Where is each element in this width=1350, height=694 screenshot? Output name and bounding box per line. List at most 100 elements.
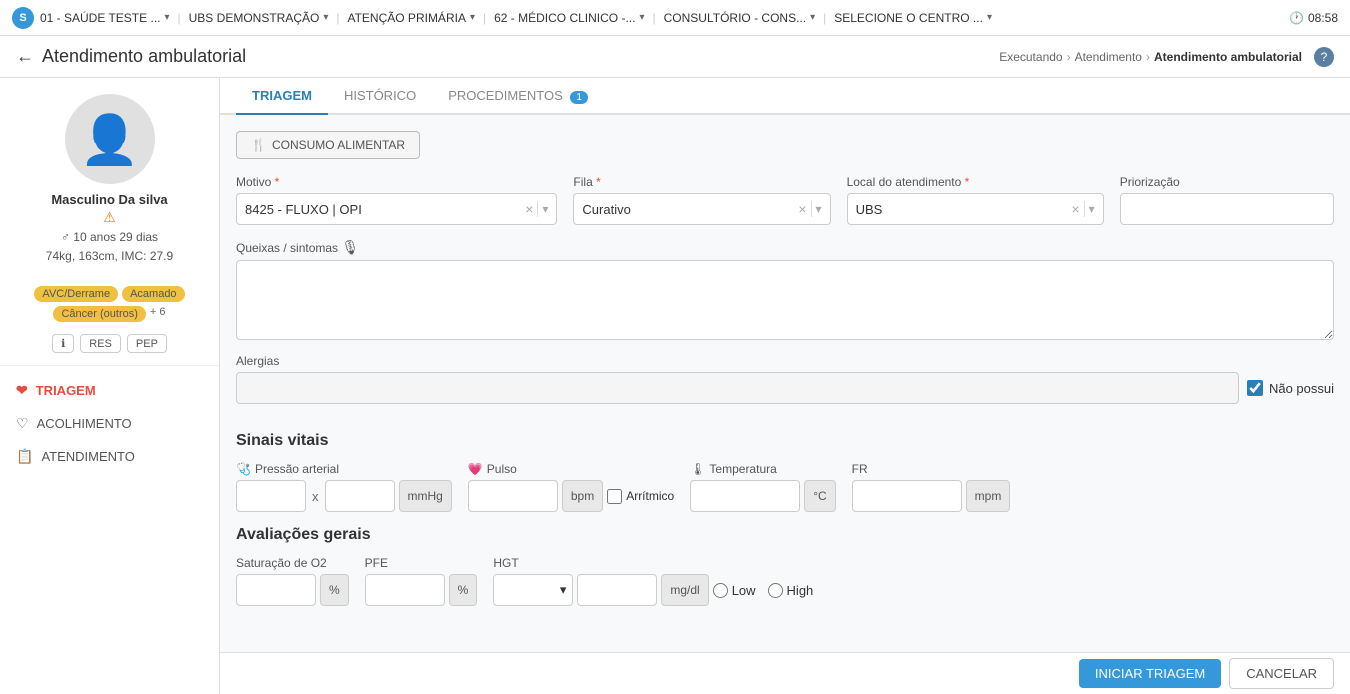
fila-select-divider: [811, 201, 812, 217]
pressao-input-row: x mmHg: [236, 480, 452, 512]
arritmico-checkbox[interactable]: [607, 489, 622, 504]
save-button[interactable]: INICIAR TRIAGEM: [1079, 659, 1221, 688]
local-chevron-icon[interactable]: ▾: [1089, 202, 1095, 216]
fila-clear-icon[interactable]: ×: [798, 201, 806, 217]
consumo-icon: 🍴: [251, 138, 266, 152]
tab-triagem-label: TRIAGEM: [252, 88, 312, 103]
avaliacoes-title: Avaliações gerais: [236, 526, 1334, 544]
nav-item-ubs[interactable]: UBS DEMONSTRAÇÃO ▾: [189, 11, 329, 25]
pressao-diastolica-input[interactable]: [325, 480, 395, 512]
nav-logo: S: [12, 7, 34, 29]
tag-more[interactable]: + 6: [150, 306, 166, 322]
low-label: Low: [732, 583, 756, 598]
queixas-textarea[interactable]: [236, 260, 1334, 340]
low-radio[interactable]: [713, 583, 728, 598]
local-clear-icon[interactable]: ×: [1071, 201, 1079, 217]
consumo-alimentar-button[interactable]: 🍴 CONSUMO ALIMENTAR: [236, 131, 420, 159]
action-pep-button[interactable]: PEP: [127, 334, 167, 353]
patient-avatar-section: 👤 Masculino Da silva ⚠ ♂ 10 anos 29 dias…: [0, 94, 219, 278]
triagem-icon: ❤: [16, 382, 28, 399]
pressao-group: 🩺 Pressão arterial x mmHg: [236, 462, 452, 512]
motivo-value: 8425 - FLUXO | OPI: [245, 202, 521, 217]
action-res-button[interactable]: RES: [80, 334, 121, 353]
high-radio[interactable]: [768, 583, 783, 598]
pulso-input[interactable]: [468, 480, 558, 512]
avaliacoes-row: Saturação de O2 % PFE % HGT: [236, 556, 1334, 606]
sidebar: 👤 Masculino Da silva ⚠ ♂ 10 anos 29 dias…: [0, 78, 220, 694]
acolhimento-icon: ♡: [16, 415, 29, 432]
patient-measurements: 74kg, 163cm, IMC: 27.9: [46, 247, 173, 266]
clock-display: 🕐 08:58: [1289, 11, 1338, 25]
nav-divider-3: |: [483, 11, 486, 25]
sidebar-item-acolhimento[interactable]: ♡ ACOLHIMENTO: [0, 407, 219, 440]
alergias-label: Alergias: [236, 354, 1334, 368]
local-select[interactable]: UBS × ▾: [847, 193, 1104, 225]
pressao-unit: mmHg: [399, 480, 452, 512]
cancel-button[interactable]: CANCELAR: [1229, 658, 1334, 689]
gender-icon: ♂: [61, 230, 70, 244]
nav-item-medico[interactable]: 62 - MÉDICO CLINICO -... ▾: [494, 11, 644, 25]
nav-ubs-label: UBS DEMONSTRAÇÃO: [189, 11, 320, 25]
help-button[interactable]: ?: [1314, 47, 1334, 67]
nav-divider-2: |: [336, 11, 339, 25]
motivo-group: Motivo * 8425 - FLUXO | OPI × ▾: [236, 175, 557, 225]
alergias-input[interactable]: [236, 372, 1239, 404]
nav-unit-chevron: ▾: [164, 12, 169, 23]
nav-item-atencao[interactable]: ATENÇÃO PRIMÁRIA ▾: [347, 11, 475, 25]
temperatura-group: 🌡 Temperatura °C: [690, 462, 835, 512]
hgt-value-input[interactable]: [577, 574, 657, 606]
motivo-chevron-icon[interactable]: ▾: [542, 202, 548, 216]
priorizacao-group: Priorização: [1120, 175, 1334, 225]
nav-item-unit[interactable]: 01 - SAÚDE TESTE ... ▾: [40, 11, 170, 25]
pfe-input[interactable]: [365, 574, 445, 606]
saturacao-label: Saturação de O2: [236, 556, 349, 570]
queixas-group: Queixas / sintomas 🎙: [236, 239, 1334, 340]
local-select-divider: [1084, 201, 1085, 217]
fr-input[interactable]: [852, 480, 962, 512]
alergias-group: Alergias Não possui: [236, 354, 1334, 418]
sidebar-item-triagem[interactable]: ❤ TRIAGEM: [0, 374, 219, 407]
fila-chevron-icon[interactable]: ▾: [816, 202, 822, 216]
motivo-clear-icon[interactable]: ×: [525, 201, 533, 217]
hgt-chevron-icon[interactable]: ▾: [560, 582, 567, 598]
hgt-select[interactable]: ▾: [493, 574, 573, 606]
nao-possui-checkbox[interactable]: [1247, 380, 1263, 396]
tab-historico[interactable]: HISTÓRICO: [328, 78, 432, 115]
nav-divider-1: |: [178, 11, 181, 25]
motivo-select-divider: [537, 201, 538, 217]
atendimento-icon: 📋: [16, 448, 33, 465]
pressao-sistolica-input[interactable]: [236, 480, 306, 512]
fila-select[interactable]: Curativo × ▾: [573, 193, 830, 225]
nav-item-consultorio[interactable]: CONSULTÓRIO - CONS... ▾: [664, 11, 815, 25]
nav-atencao-chevron: ▾: [470, 12, 475, 23]
sidebar-item-atendimento[interactable]: 📋 ATENDIMENTO: [0, 440, 219, 473]
sidebar-acolhimento-label: ACOLHIMENTO: [37, 416, 132, 431]
fr-input-row: mpm: [852, 480, 1011, 512]
priorizacao-input[interactable]: [1120, 193, 1334, 225]
saturacao-input[interactable]: [236, 574, 316, 606]
mic-icon[interactable]: 🎙: [341, 239, 359, 255]
breadcrumb-atendimento: Atendimento: [1075, 50, 1142, 64]
tab-procedimentos[interactable]: PROCEDIMENTOS 1: [432, 78, 604, 115]
pulso-unit: bpm: [562, 480, 603, 512]
motivo-label: Motivo *: [236, 175, 557, 189]
fr-unit: mpm: [966, 480, 1011, 512]
fila-req: *: [593, 175, 601, 189]
nav-item-centro[interactable]: SELECIONE O CENTRO ... ▾: [834, 11, 992, 25]
patient-name: Masculino Da silva: [51, 192, 167, 207]
motivo-select[interactable]: 8425 - FLUXO | OPI × ▾: [236, 193, 557, 225]
nao-possui-label: Não possui: [1269, 381, 1334, 396]
tag-avc: AVC/Derrame: [34, 286, 118, 302]
action-info-button[interactable]: ℹ: [52, 334, 74, 353]
back-button[interactable]: ←: [16, 46, 34, 67]
tab-procedimentos-badge: 1: [570, 91, 588, 104]
high-label: High: [787, 583, 814, 598]
breadcrumb-sep-1: ›: [1067, 50, 1071, 64]
low-radio-item: Low: [713, 583, 756, 598]
sidebar-menu: ❤ TRIAGEM ♡ ACOLHIMENTO 📋 ATENDIMENTO: [0, 370, 219, 477]
motivo-req: *: [271, 175, 279, 189]
nav-medico-label: 62 - MÉDICO CLINICO -...: [494, 11, 635, 25]
temperatura-input[interactable]: [690, 480, 800, 512]
pressao-separator: x: [310, 489, 321, 504]
tab-triagem[interactable]: TRIAGEM: [236, 78, 328, 115]
